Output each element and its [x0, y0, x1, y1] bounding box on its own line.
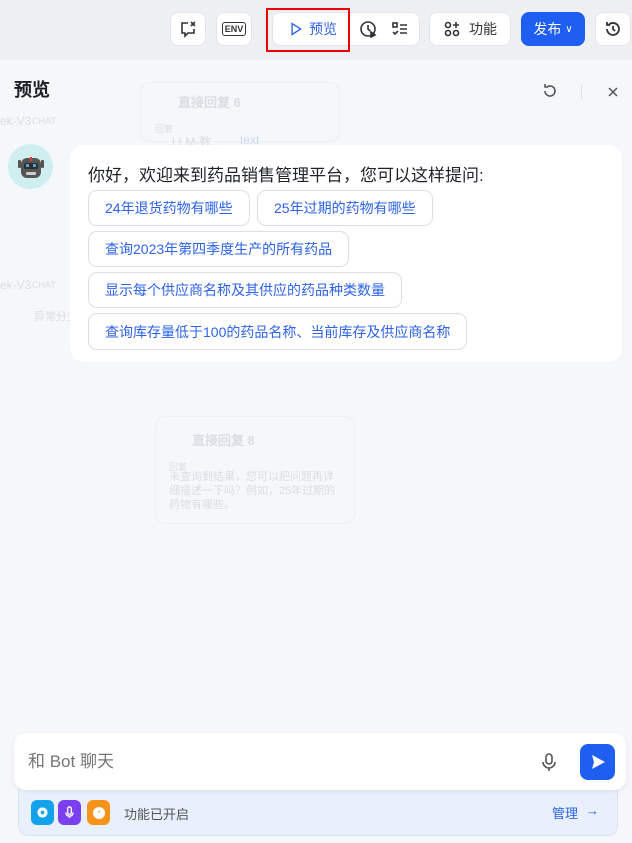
- refresh-icon[interactable]: [541, 82, 559, 100]
- svg-text:“: “: [97, 809, 100, 819]
- bg-model: ek-V3: [0, 114, 32, 128]
- suggestion-chip[interactable]: 显示每个供应商名称及其供应的药品种类数量: [88, 272, 402, 308]
- env-icon: ENV: [221, 22, 247, 36]
- chat-bubble-icon: [31, 800, 54, 825]
- chevron-down-icon: ∨: [565, 23, 573, 35]
- chat-input[interactable]: [28, 749, 508, 775]
- bg-node6-title: 直接回复 6: [178, 95, 241, 110]
- close-icon[interactable]: [607, 86, 619, 98]
- chat-clear-icon: [181, 21, 196, 38]
- features-button[interactable]: 功能: [429, 12, 511, 46]
- bg-chat: CHAT: [32, 280, 56, 290]
- divider: [581, 84, 582, 100]
- env-button[interactable]: ENV: [216, 12, 252, 46]
- panel-title: 预览: [14, 80, 50, 100]
- trace-icon[interactable]: [359, 20, 377, 38]
- robot-icon: [17, 156, 44, 178]
- quote-icon: “: [87, 800, 110, 825]
- checklist-icon[interactable]: [391, 20, 409, 38]
- history-button[interactable]: [595, 12, 631, 46]
- preview-button[interactable]: 预览: [273, 19, 351, 39]
- bot-avatar: [8, 144, 53, 189]
- suggestion-chip[interactable]: 25年过期的药物有哪些: [257, 190, 433, 226]
- bg-field: 回复: [155, 124, 174, 134]
- features-bar: “ 功能已开启 管理 →: [18, 788, 618, 836]
- send-button[interactable]: [580, 744, 615, 780]
- features-status: 功能已开启: [124, 807, 190, 822]
- bot-message: 你好，欢迎来到药品销售管理平台，您可以这样提问: 24年退货药物有哪些 25年过…: [70, 145, 622, 362]
- arrow-right-icon: →: [586, 803, 599, 818]
- history-icon: [606, 22, 620, 36]
- bg-chat: CHAT: [32, 116, 56, 126]
- greeting-text: 你好，欢迎来到药品销售管理平台，您可以这样提问:: [88, 166, 484, 185]
- debug-button[interactable]: [170, 12, 206, 46]
- bg-text: 未查询到结果，您可以把问题再详细描述一下吗？例如，25年过期的药物有哪些。: [169, 471, 336, 511]
- suggestion-chip[interactable]: 24年退货药物有哪些: [88, 190, 250, 226]
- apps-icon: [444, 21, 460, 37]
- play-icon: [291, 22, 302, 36]
- bg-model: ek-V3: [0, 278, 32, 292]
- microphone-icon: [58, 800, 81, 825]
- microphone-icon[interactable]: [540, 752, 558, 772]
- suggestion-chip[interactable]: 查询2023年第四季度生产的所有药品: [88, 231, 350, 267]
- publish-button[interactable]: 发布 ∨: [521, 12, 585, 46]
- send-icon: [591, 755, 605, 769]
- suggestion-chip[interactable]: 查询库存量低于100的药品名称、当前库存及供应商名称: [88, 313, 468, 350]
- manage-link[interactable]: 管理 →: [552, 803, 599, 822]
- chat-input-box: [14, 733, 626, 790]
- preview-group: 预览: [272, 12, 420, 46]
- bg-node8-title: 直接回复 8: [192, 433, 255, 448]
